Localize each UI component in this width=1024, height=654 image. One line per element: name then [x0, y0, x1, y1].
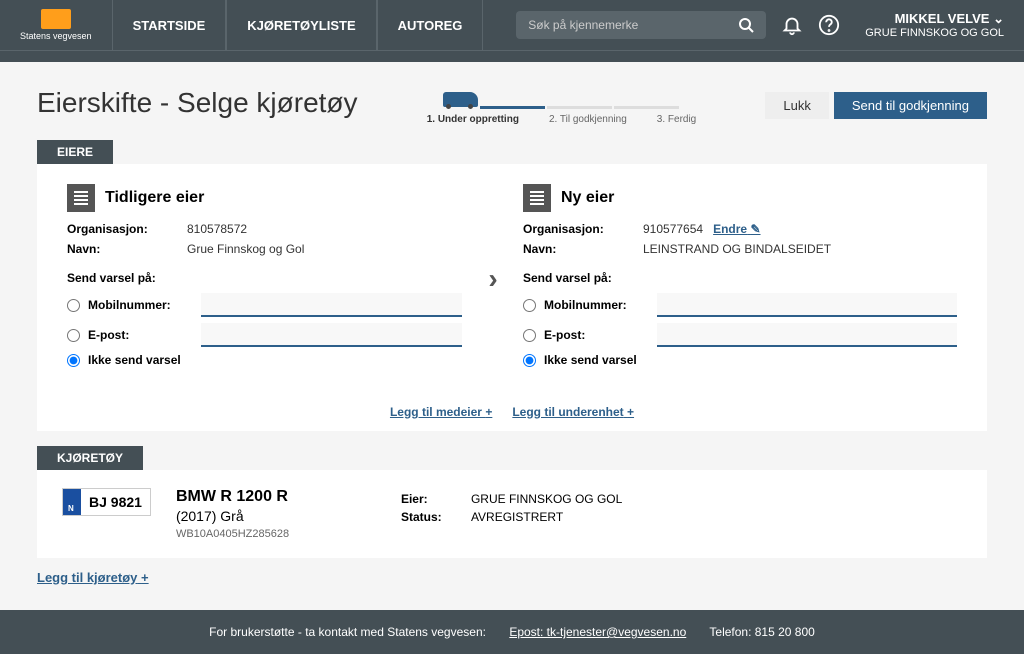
new-email-input[interactable] — [657, 323, 957, 347]
prev-email-label: E-post: — [88, 328, 193, 342]
prev-email-input[interactable] — [201, 323, 462, 347]
prev-owner-title: Tidligere eier — [105, 189, 204, 207]
prev-mobile-radio[interactable] — [67, 299, 80, 312]
vehicle-section-tab: KJØRETØY — [37, 446, 143, 470]
user-org-text: GRUE FINNSKOG OG GOL — [865, 27, 1004, 39]
arrow-icon: › — [488, 263, 497, 295]
add-vehicle-link[interactable]: Legg til kjøretøy + — [37, 570, 149, 585]
plus-icon: + — [141, 570, 149, 585]
vehicle-owner-value: GRUE FINNSKOG OG GOL — [471, 492, 622, 506]
vehicle-vin: WB10A0405HZ285628 — [176, 528, 376, 540]
pencil-icon: ✎ — [750, 222, 760, 236]
add-subunit-link[interactable]: Legg til underenhet + — [512, 405, 634, 419]
prev-name-label: Navn: — [67, 242, 187, 256]
vehicle-status-value: AVREGISTRERT — [471, 510, 563, 524]
search-box — [516, 11, 766, 39]
vehicle-model: BMW R 1200 R — [176, 488, 376, 506]
prev-mobile-input[interactable] — [201, 293, 462, 317]
prev-name-value: Grue Finnskog og Gol — [187, 242, 304, 256]
nav-kjoretoyliste[interactable]: KJØRETØYLISTE — [226, 0, 376, 50]
building-icon — [523, 184, 551, 212]
plate-text: BJ 9821 — [81, 490, 150, 514]
plate-flag-icon — [63, 489, 81, 515]
prev-org-value: 810578572 — [187, 222, 247, 236]
prev-none-radio[interactable] — [67, 354, 80, 367]
logo-text: Statens vegvesen — [20, 31, 92, 41]
send-button[interactable]: Send til godkjenning — [834, 92, 987, 119]
page-title: Eierskifte - Selge kjøretøy — [37, 87, 358, 119]
new-org-value: 910577654 — [643, 222, 703, 236]
footer-text: For brukerstøtte - ta kontakt med Staten… — [209, 625, 486, 639]
prev-email-radio[interactable] — [67, 329, 80, 342]
prev-send-label: Send varsel på: — [67, 271, 462, 285]
vehicle-year-color: (2017) Grå — [176, 508, 376, 524]
nav-autoreg[interactable]: AUTOREG — [377, 0, 484, 50]
car-icon — [443, 92, 478, 107]
chevron-down-icon: ⌄ — [993, 11, 1004, 26]
logo[interactable]: Statens vegvesen — [20, 9, 112, 41]
search-input[interactable] — [528, 18, 738, 32]
new-owner-title: Ny eier — [561, 189, 614, 207]
prev-org-label: Organisasjon: — [67, 222, 187, 236]
new-none-radio[interactable] — [523, 354, 536, 367]
main-nav: STARTSIDE KJØRETØYLISTE AUTOREG — [112, 0, 484, 50]
add-coowner-link[interactable]: Legg til medeier + — [390, 405, 492, 419]
new-name-label: Navn: — [523, 242, 643, 256]
header-bar: Statens vegvesen STARTSIDE KJØRETØYLISTE… — [0, 0, 1024, 50]
new-email-radio[interactable] — [523, 329, 536, 342]
step-1: 1. Under oppretting — [427, 114, 519, 125]
new-org-label: Organisasjon: — [523, 222, 643, 236]
plus-icon: + — [485, 405, 492, 419]
step-3: 3. Ferdig — [657, 114, 696, 125]
license-plate: BJ 9821 — [62, 488, 151, 516]
vehicle-owner-label: Eier: — [401, 492, 471, 506]
footer-email-link[interactable]: Epost: tk-tjenester@vegvesen.no — [509, 625, 686, 639]
footer: For brukerstøtte - ta kontakt med Staten… — [0, 610, 1024, 654]
new-mobile-radio[interactable] — [523, 299, 536, 312]
owners-section-tab: EIERE — [37, 140, 113, 164]
user-name-text: MIKKEL VELVE — [895, 11, 990, 26]
building-icon — [67, 184, 95, 212]
progress-stepper: 1. Under oppretting 2. Til godkjenning 3… — [427, 92, 697, 125]
footer-phone: Telefon: 815 20 800 — [709, 625, 814, 639]
plus-icon: + — [627, 405, 634, 419]
new-mobile-input[interactable] — [657, 293, 957, 317]
search-icon[interactable] — [738, 17, 754, 33]
new-send-label: Send varsel på: — [523, 271, 957, 285]
new-none-label: Ikke send varsel — [544, 353, 637, 367]
new-email-label: E-post: — [544, 328, 649, 342]
step-2: 2. Til godkjenning — [549, 114, 627, 125]
user-menu[interactable]: MIKKEL VELVE ⌄ GRUE FINNSKOG OG GOL — [865, 11, 1004, 39]
new-name-value: LEINSTRAND OG BINDALSEIDET — [643, 242, 831, 256]
change-link[interactable]: Endre ✎ — [713, 222, 760, 236]
prev-mobile-label: Mobilnummer: — [88, 298, 193, 312]
vehicle-status-label: Status: — [401, 510, 471, 524]
new-mobile-label: Mobilnummer: — [544, 298, 649, 312]
prev-none-label: Ikke send varsel — [88, 353, 181, 367]
close-button[interactable]: Lukk — [765, 92, 828, 119]
bell-icon[interactable] — [781, 14, 803, 36]
nav-startside[interactable]: STARTSIDE — [112, 0, 227, 50]
help-icon[interactable] — [818, 14, 840, 36]
